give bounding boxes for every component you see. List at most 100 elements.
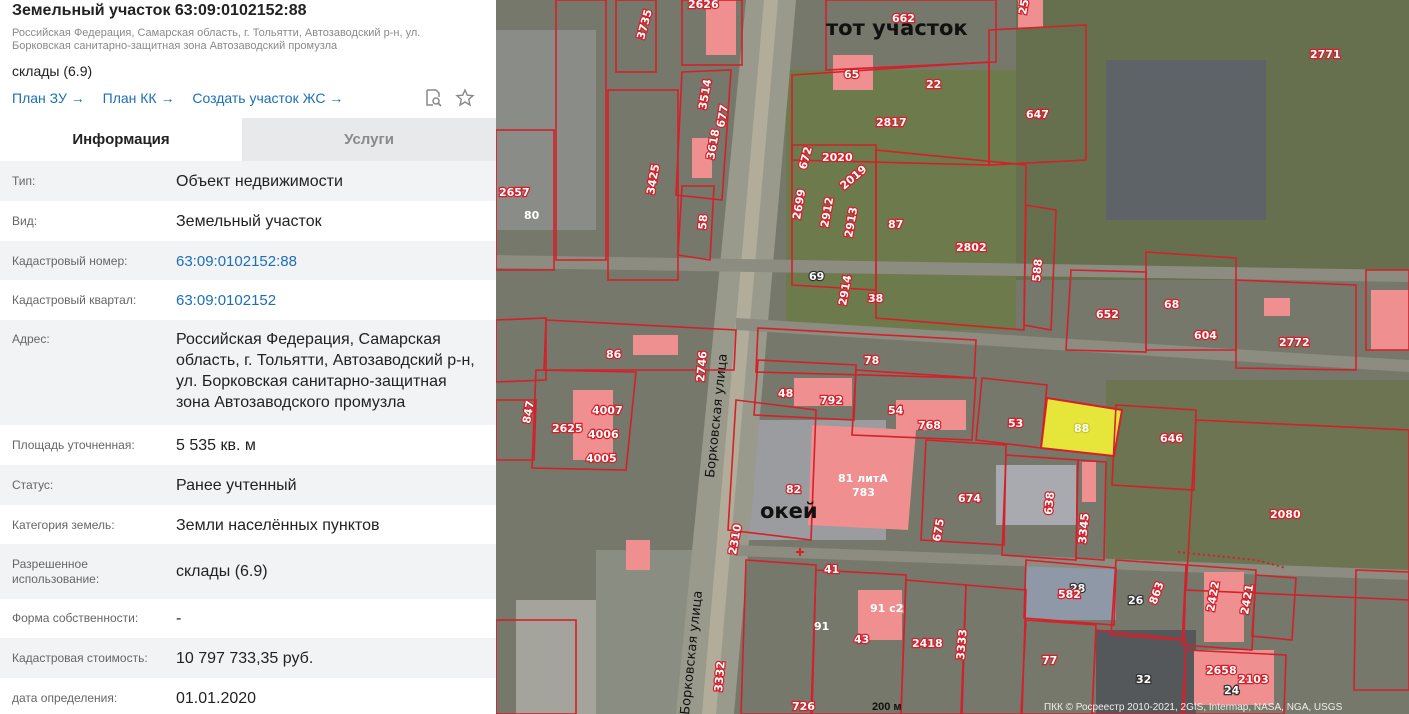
- svg-text:2802: 2802: [956, 241, 987, 254]
- svg-text:4005: 4005: [586, 452, 617, 465]
- svg-text:2020: 2020: [822, 151, 853, 164]
- svg-text:54: 54: [888, 404, 904, 417]
- svg-text:638: 638: [1042, 491, 1057, 515]
- svg-text:792: 792: [820, 394, 843, 407]
- row-value: Ранее учтенный: [176, 477, 297, 494]
- svg-text:2817: 2817: [876, 116, 907, 129]
- tab-information[interactable]: Информация: [0, 118, 242, 161]
- row-value: 10 797 733,35 руб.: [176, 650, 314, 667]
- row-value: Объект недвижимости: [176, 173, 343, 190]
- tab-services[interactable]: Услуги: [242, 118, 496, 161]
- row-cadastral-number: Кадастровый номер: 63:09:0102152:88: [0, 241, 496, 280]
- svg-text:91: 91: [814, 620, 829, 633]
- row-label: Адрес:: [12, 332, 50, 346]
- cadastral-number-link[interactable]: 63:09:0102152:88: [176, 251, 481, 272]
- svg-text:24: 24: [1224, 684, 1240, 697]
- plan-zu-link[interactable]: План ЗУ →: [12, 90, 85, 106]
- info-panel: Земельный участок 63:09:0102152:88 Росси…: [0, 0, 496, 714]
- svg-text:2746: 2746: [694, 350, 710, 382]
- svg-text:41: 41: [824, 563, 839, 576]
- row-value: 01.01.2020: [176, 690, 257, 707]
- row-status: Статус: Ранее учтенный: [0, 465, 496, 505]
- row-kind: Вид: Земельный участок: [0, 201, 496, 241]
- svg-text:87: 87: [888, 218, 903, 231]
- row-determination-date: дата определения: 01.01.2020: [0, 678, 496, 714]
- row-value: склады (6.9): [176, 563, 268, 580]
- svg-text:32: 32: [1136, 673, 1151, 686]
- svg-text:674: 674: [958, 492, 981, 505]
- svg-text:2625: 2625: [552, 422, 583, 435]
- row-value: Российская Федерация, Самарская область,…: [176, 331, 475, 411]
- svg-text:80: 80: [524, 209, 540, 222]
- row-ownership: Форма собственности: -: [0, 599, 496, 638]
- row-value: Земельный участок: [176, 213, 322, 230]
- address-subtitle: Российская Федерация, Самарская область,…: [12, 27, 421, 52]
- svg-text:78: 78: [864, 354, 879, 367]
- svg-text:82: 82: [786, 483, 801, 496]
- svg-text:65: 65: [844, 68, 859, 81]
- svg-text:4006: 4006: [588, 428, 619, 441]
- row-label: Кадастровый квартал:: [12, 293, 137, 307]
- map-canvas[interactable]: 66226263735 252771 65222817 6473514 6773…: [496, 0, 1409, 714]
- row-label: Форма собственности:: [12, 611, 139, 625]
- svg-text:783: 783: [852, 486, 875, 499]
- svg-text:3345: 3345: [1076, 513, 1092, 545]
- action-links: План ЗУ → План КК → Создать участок ЖС →: [12, 90, 357, 106]
- svg-text:2772: 2772: [1279, 336, 1310, 349]
- svg-text:77: 77: [1042, 654, 1057, 667]
- star-icon[interactable]: [455, 88, 475, 108]
- svg-text:69: 69: [809, 270, 824, 283]
- greenhouse-area: [1106, 60, 1266, 220]
- row-value: 5 535 кв. м: [176, 437, 256, 454]
- tab-bar: Информация Услуги: [0, 118, 496, 161]
- map-view[interactable]: 662 2626 3735 25 2771 65 22 2817 647 3514 677 3…: [496, 0, 1409, 714]
- svg-text:2657: 2657: [499, 186, 530, 199]
- row-address: Адрес: Российская Федерация, Самарская о…: [0, 320, 496, 425]
- svg-text:58: 58: [696, 214, 710, 230]
- plan-kk-link[interactable]: План КК →: [103, 90, 175, 106]
- svg-text:81 литА: 81 литА: [838, 472, 888, 485]
- svg-text:86: 86: [606, 348, 622, 361]
- search-document-icon[interactable]: [424, 88, 444, 108]
- svg-text:38: 38: [868, 292, 883, 305]
- svg-text:768: 768: [918, 419, 941, 432]
- svg-text:647: 647: [1026, 108, 1049, 121]
- svg-text:3333: 3333: [954, 629, 970, 661]
- svg-text:4007: 4007: [592, 404, 623, 417]
- svg-text:726: 726: [792, 700, 815, 713]
- row-label: Кадастровая стоимость:: [12, 651, 148, 665]
- row-label: Вид:: [12, 214, 38, 228]
- svg-text:22: 22: [926, 78, 941, 91]
- row-cadastral-value: Кадастровая стоимость: 10 797 733,35 руб…: [0, 638, 496, 678]
- row-label: Разрешенное использование:: [12, 557, 100, 586]
- svg-text:48: 48: [778, 387, 793, 400]
- svg-text:2658: 2658: [1206, 664, 1237, 677]
- svg-text:43: 43: [854, 633, 869, 646]
- cadastral-quarter-link[interactable]: 63:09:0102152: [176, 290, 481, 311]
- svg-text:646: 646: [1160, 432, 1183, 445]
- usage-text: склады (6.9): [12, 63, 93, 79]
- svg-text:25: 25: [1016, 0, 1031, 16]
- svg-text:2103: 2103: [1238, 673, 1269, 686]
- svg-text:53: 53: [1008, 417, 1023, 430]
- page-title: Земельный участок 63:09:0102152:88: [12, 2, 307, 19]
- svg-text:68: 68: [1164, 298, 1179, 311]
- annotation-that-parcel: тот участок: [826, 16, 968, 40]
- row-label: Кадастровый номер:: [12, 254, 128, 268]
- info-table: Тип: Объект недвижимости Вид: Земельный …: [0, 161, 496, 714]
- row-cadastral-quarter: Кадастровый квартал: 63:09:0102152: [0, 280, 496, 320]
- row-label: Площадь уточненная:: [12, 438, 135, 452]
- svg-text:2771: 2771: [1310, 48, 1341, 61]
- create-parcel-link[interactable]: Создать участок ЖС →: [192, 90, 343, 106]
- row-label: Тип:: [12, 174, 36, 188]
- row-area: Площадь уточненная: 5 535 кв. м: [0, 425, 496, 465]
- row-value: Земли населённых пунктов: [176, 517, 380, 534]
- map-attribution: ПКК © Росреестр 2010-2021, 2GIS, Interma…: [1044, 702, 1343, 713]
- svg-text:2626: 2626: [688, 0, 719, 11]
- svg-text:604: 604: [1194, 329, 1217, 342]
- svg-text:2418: 2418: [912, 637, 943, 650]
- svg-text:88: 88: [1074, 422, 1089, 435]
- svg-text:582: 582: [1058, 588, 1081, 601]
- row-type: Тип: Объект недвижимости: [0, 161, 496, 201]
- svg-text:91 с2: 91 с2: [870, 602, 903, 615]
